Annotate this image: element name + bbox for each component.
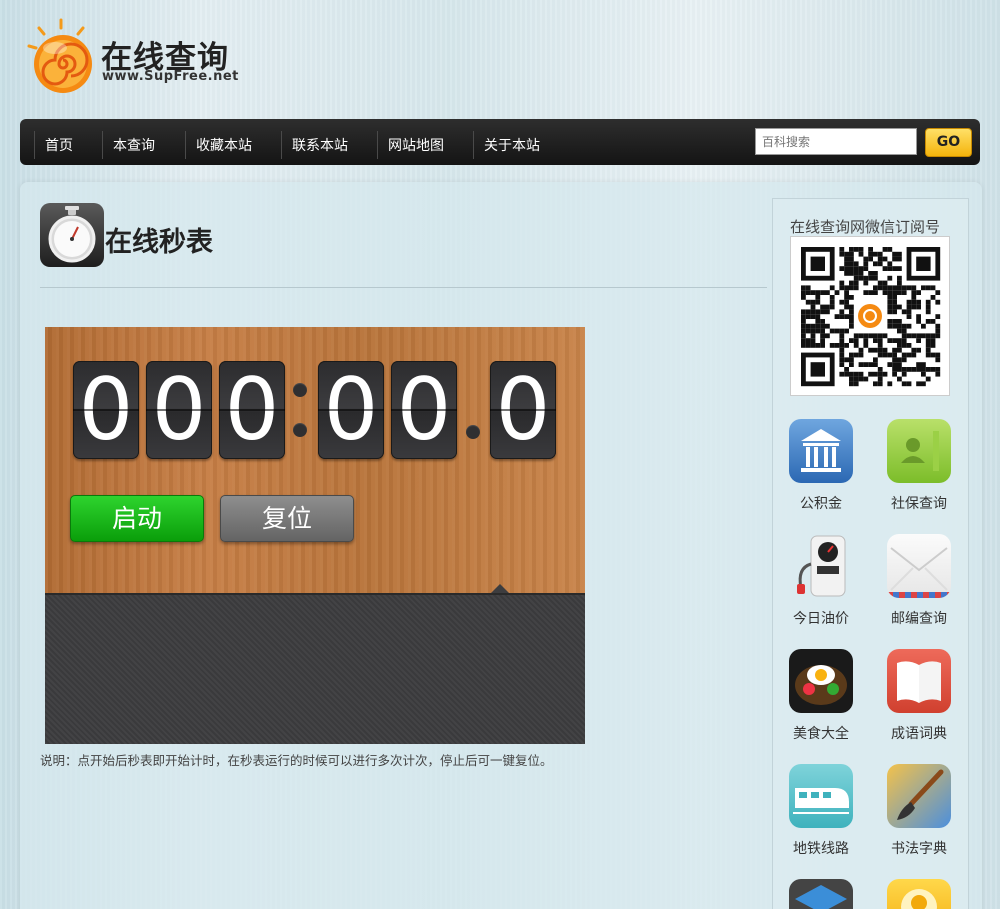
contact-book-icon xyxy=(887,419,951,483)
food-bowl-icon xyxy=(789,649,853,713)
stopwatch-widget: 0 0 0 0 0 0 启动 复位 xyxy=(45,327,585,744)
avatar-icon xyxy=(887,879,951,909)
go-button[interactable]: GO xyxy=(925,128,972,157)
app-gongjijin[interactable]: 公积金 xyxy=(776,419,866,513)
app-label: 成语词典 xyxy=(891,726,947,742)
nav-item-sitemap[interactable]: 网站地图 xyxy=(377,131,444,159)
digit-hours-ones: 0 xyxy=(219,361,285,459)
layers-icon xyxy=(789,879,853,909)
digit-hours-tens: 0 xyxy=(146,361,212,459)
app-label: 地铁线路 xyxy=(793,841,849,857)
page-title: 在线秒表 xyxy=(105,227,213,258)
app-youjia[interactable]: 今日油价 xyxy=(776,534,866,628)
app-label: 美食大全 xyxy=(793,726,849,742)
app-label: 今日油价 xyxy=(793,611,849,627)
train-icon xyxy=(789,764,853,828)
start-button[interactable]: 启动 xyxy=(70,495,204,542)
site-logo[interactable]: 在线查询 www.SupFree.net xyxy=(25,18,285,98)
app-label: 邮编查询 xyxy=(891,611,947,627)
app-label: 公积金 xyxy=(800,496,842,512)
app-avatar[interactable] xyxy=(874,879,964,909)
main-nav: 首页 本查询 收藏本站 联系本站 网站地图 关于本站 GO xyxy=(20,119,980,165)
digit-minutes-tens: 0 xyxy=(318,361,384,459)
lap-pointer xyxy=(491,584,509,593)
app-label: 书法字典 xyxy=(891,841,947,857)
open-book-icon xyxy=(887,649,951,713)
digit-tenths: 0 xyxy=(490,361,556,459)
search-input[interactable] xyxy=(755,128,917,155)
app-youbian[interactable]: 邮编查询 xyxy=(874,534,964,628)
nav-item-this-query[interactable]: 本查询 xyxy=(102,131,155,159)
nav-item-about[interactable]: 关于本站 xyxy=(473,131,540,159)
fuel-pump-icon xyxy=(789,534,853,598)
bank-icon xyxy=(789,419,853,483)
app-meishi[interactable]: 美食大全 xyxy=(776,649,866,743)
stopwatch-icon xyxy=(40,203,104,267)
nav-item-contact[interactable]: 联系本站 xyxy=(281,131,348,159)
decimal-dot xyxy=(466,425,480,439)
title-divider xyxy=(40,287,767,288)
app-chengyu[interactable]: 成语词典 xyxy=(874,649,964,743)
digit-hours-hundreds: 0 xyxy=(73,361,139,459)
app-label: 社保查询 xyxy=(891,496,947,512)
app-shebao[interactable]: 社保查询 xyxy=(874,419,964,513)
brush-icon xyxy=(887,764,951,828)
site-url: www.SupFree.net xyxy=(102,69,239,84)
nav-item-home[interactable]: 首页 xyxy=(34,131,73,159)
colon-dot-top xyxy=(293,383,307,397)
usage-note: 说明：点开始后秒表即开始计时，在秒表运行的时候可以进行多次计次，停止后可一键复位… xyxy=(40,753,553,768)
app-shufa[interactable]: 书法字典 xyxy=(874,764,964,858)
reset-button[interactable]: 复位 xyxy=(220,495,354,542)
envelope-icon xyxy=(887,534,951,598)
nav-item-bookmark[interactable]: 收藏本站 xyxy=(185,131,252,159)
digit-minutes-ones: 0 xyxy=(391,361,457,459)
sidebar-title: 在线查询网微信订阅号 xyxy=(790,218,941,236)
colon-dot-bottom xyxy=(293,423,307,437)
wechat-qr-code xyxy=(790,236,950,396)
app-ditie[interactable]: 地铁线路 xyxy=(776,764,866,858)
swirl-logo-icon xyxy=(27,18,92,93)
lap-list-area xyxy=(45,593,585,744)
app-layers[interactable] xyxy=(776,879,866,909)
